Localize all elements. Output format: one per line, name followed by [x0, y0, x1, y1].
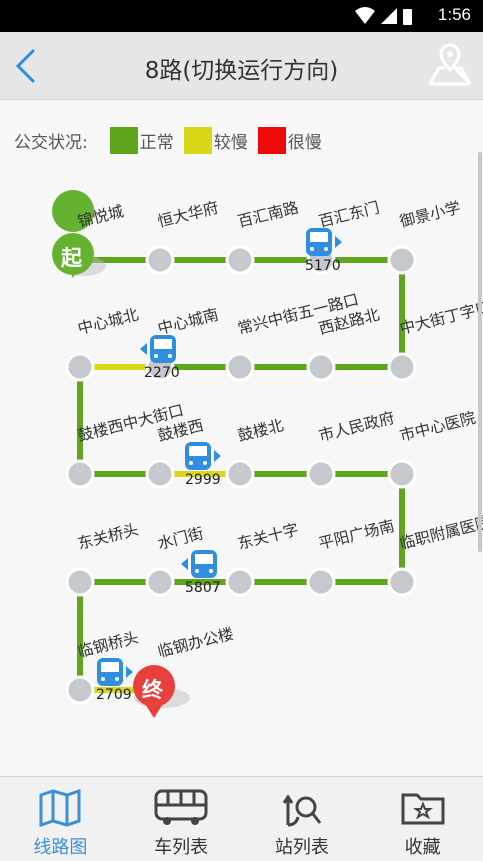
- bus-icon: [306, 228, 342, 256]
- bus-id-label[interactable]: 2270: [144, 365, 180, 381]
- nav-label: 车列表: [154, 837, 209, 858]
- legend-text-normal: 正常: [139, 132, 174, 153]
- bus-icon: [154, 789, 208, 825]
- map-location-icon[interactable]: [427, 42, 473, 88]
- stop-marker: [65, 567, 95, 597]
- bus-icon: [97, 658, 133, 686]
- status-time: 1:56: [437, 5, 471, 24]
- start-badge-label: 起: [61, 246, 82, 270]
- app-header: 8路(切换运行方向): [0, 32, 483, 100]
- nav-tab-bus-list[interactable]: 车列表: [121, 777, 242, 861]
- legend-item-very-slow: 很慢: [257, 126, 332, 154]
- bus-id-label[interactable]: 5170: [305, 258, 341, 274]
- end-badge-label: 终: [142, 678, 163, 702]
- battery-icon: [403, 9, 412, 25]
- scrollbar[interactable]: [478, 152, 482, 552]
- stop-marker: [387, 567, 417, 597]
- legend-text-very-slow: 很慢: [287, 132, 322, 153]
- bus-id-label[interactable]: 5807: [185, 580, 221, 596]
- stop-search-icon: [282, 794, 322, 827]
- stop-marker: [145, 245, 175, 275]
- stop-marker: [65, 352, 95, 382]
- nav-tab-route-map[interactable]: 线路图: [0, 777, 121, 861]
- nav-label: 线路图: [33, 837, 88, 858]
- stop-marker: [225, 245, 255, 275]
- legend-item-normal: 正常: [109, 126, 184, 154]
- nav-label: 站列表: [274, 837, 329, 858]
- legend-item-slow: 较慢: [183, 126, 258, 154]
- stop-marker: [225, 459, 255, 489]
- stop-marker: [387, 245, 417, 275]
- stop-marker: [387, 352, 417, 382]
- stop-marker: [306, 567, 336, 597]
- nav-tab-favorites[interactable]: 收藏: [362, 777, 483, 861]
- stop-marker: [306, 352, 336, 382]
- stop-marker: [225, 567, 255, 597]
- nav-tab-stop-list[interactable]: 站列表: [242, 777, 363, 861]
- stop-marker: [145, 567, 175, 597]
- status-bar: 1:56: [0, 0, 483, 32]
- traffic-legend: 公交状况: 正常 较慢 很慢: [14, 126, 332, 154]
- stop-marker: [65, 675, 95, 705]
- bus-icon: [185, 442, 221, 470]
- stop-marker: [225, 352, 255, 382]
- route-map[interactable]: 起 终 5170 2270 2999 5807 2709 锦悦城 恒大华府 百汇…: [0, 152, 483, 772]
- bus-id-label[interactable]: 2999: [185, 472, 221, 488]
- stop-marker: [145, 459, 175, 489]
- legend-label: 公交状况:: [14, 132, 88, 153]
- legend-swatch-normal: [109, 126, 138, 154]
- nav-label: 收藏: [404, 837, 441, 858]
- bus-icon: [140, 335, 176, 363]
- map-icon: [39, 789, 81, 827]
- wifi-icon: [355, 7, 375, 24]
- legend-swatch-very-slow: [257, 126, 286, 154]
- bus-icon: [181, 550, 217, 578]
- bottom-nav: 线路图 车列表 站列表 收藏: [0, 776, 483, 861]
- legend-swatch-slow: [183, 126, 212, 154]
- status-icons: [355, 7, 412, 25]
- favorite-folder-icon: [401, 793, 445, 825]
- stop-marker: [306, 459, 336, 489]
- bus-id-label[interactable]: 2709: [96, 687, 132, 703]
- legend-text-slow: 较慢: [213, 132, 248, 153]
- stop-marker: [65, 459, 95, 489]
- signal-icon: [381, 8, 397, 24]
- page-title[interactable]: 8路(切换运行方向): [0, 51, 483, 85]
- stop-marker: [387, 459, 417, 489]
